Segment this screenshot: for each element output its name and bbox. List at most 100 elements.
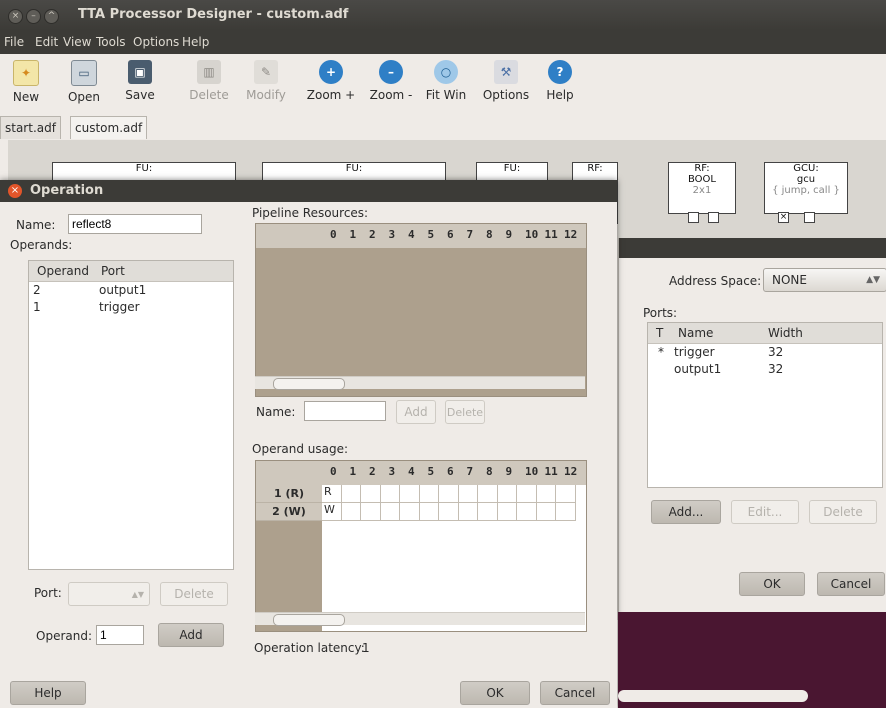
- port-delete-label: Delete: [174, 587, 214, 601]
- port-select[interactable]: ▲▼: [68, 582, 150, 606]
- resource-add-button[interactable]: Add: [396, 400, 436, 424]
- pipeline-scrollbar[interactable]: [255, 376, 585, 390]
- pipeline-resources-grid[interactable]: 0 1 2 3 4 5 6 7 8 9 10 11 12: [255, 223, 587, 397]
- list-item[interactable]: 1 trigger: [29, 300, 233, 317]
- usage-cell[interactable]: [439, 485, 459, 503]
- resource-delete-button[interactable]: Delete: [445, 400, 485, 424]
- usage-cell[interactable]: [556, 485, 576, 503]
- usage-cell[interactable]: [380, 485, 400, 503]
- tab-start-adf[interactable]: start.adf: [0, 116, 61, 139]
- operand-usage-grid[interactable]: 0 1 2 3 4 5 6 7 8 9 10 11 12 1 (R) 2 (W) RW: [255, 460, 587, 632]
- cycle-column-header: 5: [427, 228, 435, 241]
- delete-label: Delete: [189, 88, 229, 102]
- row-t: *: [658, 345, 664, 359]
- options-button[interactable]: ⚒ Options: [480, 58, 532, 110]
- add-port-label: Add...: [668, 505, 704, 519]
- main-window: × – ^ TTA Processor Designer - custom.ad…: [0, 0, 886, 708]
- maximize-window-icon[interactable]: ^: [44, 9, 59, 24]
- operands-list[interactable]: Operand Port 2 output1 1 trigger: [28, 260, 234, 570]
- modify-label: Modify: [246, 88, 286, 102]
- gcu-block[interactable]: GCU: gcu{ jump, call }: [764, 162, 848, 214]
- port-icon[interactable]: [708, 212, 719, 223]
- usage-cell[interactable]: [380, 503, 400, 521]
- usage-cell[interactable]: [517, 485, 537, 503]
- fit-window-button[interactable]: ○ Fit Win: [422, 58, 470, 110]
- usage-cell[interactable]: [556, 503, 576, 521]
- usage-cell[interactable]: [517, 503, 537, 521]
- usage-scrollbar[interactable]: [255, 612, 585, 626]
- usage-cell[interactable]: [439, 503, 459, 521]
- table-row[interactable]: * trigger 32: [648, 345, 882, 362]
- open-button[interactable]: ▭ Open: [64, 58, 104, 110]
- menu-tools[interactable]: Tools: [96, 35, 126, 49]
- close-icon[interactable]: ×: [8, 184, 22, 198]
- ok-button[interactable]: OK: [460, 681, 530, 705]
- port-icon[interactable]: [688, 212, 699, 223]
- address-space-select[interactable]: NONE ▲▼: [763, 268, 886, 292]
- add-port-button[interactable]: Add...: [651, 500, 721, 524]
- usage-cell[interactable]: [341, 485, 361, 503]
- delete-port-button[interactable]: Delete: [809, 500, 877, 524]
- trigger-port-icon[interactable]: ×: [778, 212, 789, 223]
- port-icon[interactable]: [804, 212, 815, 223]
- col-port: Port: [101, 264, 125, 278]
- tab-custom-adf[interactable]: custom.adf: [70, 116, 148, 139]
- usage-cell[interactable]: [536, 485, 556, 503]
- usage-cell[interactable]: [458, 485, 478, 503]
- operand-add-button[interactable]: Add: [158, 623, 224, 647]
- menu-edit[interactable]: Edit: [35, 35, 58, 49]
- usage-cell[interactable]: [497, 485, 517, 503]
- usage-cell[interactable]: [361, 503, 381, 521]
- toolbar: ✦ New ▭ Open ▣ Save ▥ Delete ✎ Modify + …: [0, 54, 886, 114]
- cycle-column-header: 6: [447, 228, 454, 241]
- usage-cell[interactable]: [478, 503, 498, 521]
- menu-view[interactable]: View: [63, 35, 91, 49]
- ports-list[interactable]: T Name Width * trigger 32 output1 32: [647, 322, 883, 488]
- usage-cell[interactable]: [536, 503, 556, 521]
- cancel-button[interactable]: Cancel: [540, 681, 610, 705]
- fu-ok-button[interactable]: OK: [739, 572, 805, 596]
- operation-dialog: × Operation Name: Operands: Operand Port…: [0, 180, 617, 708]
- help-toolbar-button[interactable]: ? Help: [540, 58, 580, 110]
- menu-file[interactable]: File: [4, 35, 24, 49]
- usage-cell[interactable]: [419, 503, 439, 521]
- edit-port-button[interactable]: Edit...: [731, 500, 799, 524]
- rf-block-bool[interactable]: RF: BOOL 2x1: [668, 162, 736, 214]
- usage-cell[interactable]: [458, 503, 478, 521]
- menu-help[interactable]: Help: [182, 35, 209, 49]
- modify-button[interactable]: ✎ Modify: [242, 58, 290, 110]
- close-window-icon[interactable]: ×: [8, 9, 23, 24]
- operation-name-input[interactable]: [68, 214, 202, 234]
- usage-cell[interactable]: [361, 485, 381, 503]
- help-button[interactable]: Help: [10, 681, 86, 705]
- fu-cancel-button[interactable]: Cancel: [817, 572, 885, 596]
- usage-cell[interactable]: [419, 485, 439, 503]
- usage-cell[interactable]: [478, 485, 498, 503]
- cycle-column-header: 3: [388, 465, 396, 478]
- minimize-window-icon[interactable]: –: [26, 9, 41, 24]
- delete-toolbar-button[interactable]: ▥ Delete: [184, 58, 234, 110]
- usage-cell[interactable]: R: [322, 485, 342, 503]
- port-delete-button[interactable]: Delete: [160, 582, 228, 606]
- scroll-thumb[interactable]: [273, 614, 345, 626]
- new-button[interactable]: ✦ New: [6, 58, 46, 110]
- operand-spin-input[interactable]: [96, 625, 144, 645]
- usage-cell[interactable]: [400, 503, 420, 521]
- save-button[interactable]: ▣ Save: [120, 58, 160, 110]
- usage-cell[interactable]: W: [322, 503, 342, 521]
- usage-cell[interactable]: [400, 485, 420, 503]
- menu-options[interactable]: Options: [133, 35, 179, 49]
- new-file-icon: ✦: [13, 60, 39, 86]
- resource-name-input[interactable]: [304, 401, 386, 421]
- cancel-label: Cancel: [554, 686, 596, 700]
- table-row[interactable]: output1 32: [648, 362, 882, 379]
- zoom-in-button[interactable]: + Zoom +: [304, 58, 358, 110]
- list-item[interactable]: 2 output1: [29, 283, 233, 300]
- zoom-out-button[interactable]: – Zoom -: [364, 58, 418, 110]
- pipeline-resources-label: Pipeline Resources:: [252, 206, 369, 220]
- scroll-thumb[interactable]: [273, 378, 345, 390]
- operation-latency-value: 1: [362, 641, 370, 655]
- usage-cell[interactable]: [341, 503, 361, 521]
- block-type: GCU:: [793, 163, 819, 174]
- usage-cell[interactable]: [497, 503, 517, 521]
